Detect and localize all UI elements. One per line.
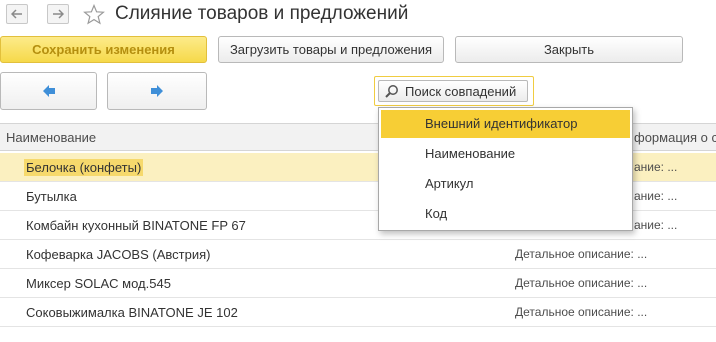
arrow-left-icon — [11, 9, 22, 19]
row-description: Детальное описание: ... — [515, 305, 648, 319]
table-row[interactable]: Кофеварка JACOBS (Австрия) Детальное опи… — [0, 240, 716, 269]
table-row[interactable]: Соковыжималка BINATONE JE 102 Детальное … — [0, 298, 716, 327]
column-header-info[interactable]: формация о су — [634, 130, 716, 145]
search-matches-label: Поиск совпадений — [405, 83, 517, 99]
row-name: Белочка (конфеты) — [24, 159, 144, 176]
row-name: Соковыжималка BINATONE JE 102 — [26, 305, 238, 320]
menu-item-external-id[interactable]: Внешний идентификатор — [381, 110, 630, 138]
row-name: Миксер SOLAC мод.545 — [26, 276, 171, 291]
arrow-right-icon — [53, 9, 64, 19]
save-button[interactable]: Сохранить изменения — [0, 36, 207, 63]
close-button[interactable]: Закрыть — [455, 36, 683, 63]
back-button[interactable] — [6, 4, 28, 24]
menu-item-name[interactable]: Наименование — [381, 140, 630, 168]
arrow-left-icon — [42, 85, 55, 97]
row-name: Бутылка — [26, 189, 77, 204]
search-matches-dropdown: Внешний идентификатор Наименование Артик… — [378, 107, 633, 231]
row-name: Комбайн кухонный BINATONE FP 67 — [26, 218, 246, 233]
row-name: Кофеварка JACOBS (Австрия) — [26, 247, 211, 262]
arrow-right-icon — [151, 85, 163, 97]
page-title: Слияние товаров и предложений — [115, 3, 409, 24]
table-row[interactable]: Миксер SOLAC мод.545 Детальное описание:… — [0, 269, 716, 298]
previous-button[interactable] — [0, 72, 97, 110]
row-description: Детальное описание: ... — [515, 276, 648, 290]
load-button[interactable]: Загрузить товары и предложения — [218, 36, 444, 63]
column-header-name[interactable]: Наименование — [6, 130, 96, 145]
magnifier-icon — [385, 85, 398, 98]
row-description: Детальное описание: ... — [515, 247, 648, 261]
forward-button[interactable] — [47, 4, 69, 24]
next-button[interactable] — [107, 72, 207, 110]
search-matches-button[interactable]: Поиск совпадений — [378, 80, 528, 102]
search-matches-wrapper: Поиск совпадений — [374, 76, 534, 106]
menu-item-code[interactable]: Код — [381, 200, 630, 228]
row-description: ание: ... — [634, 218, 678, 232]
star-icon[interactable] — [83, 4, 105, 25]
row-description: ание: ... — [634, 160, 678, 174]
menu-item-article[interactable]: Артикул — [381, 170, 630, 198]
row-description: ание: ... — [634, 189, 678, 203]
